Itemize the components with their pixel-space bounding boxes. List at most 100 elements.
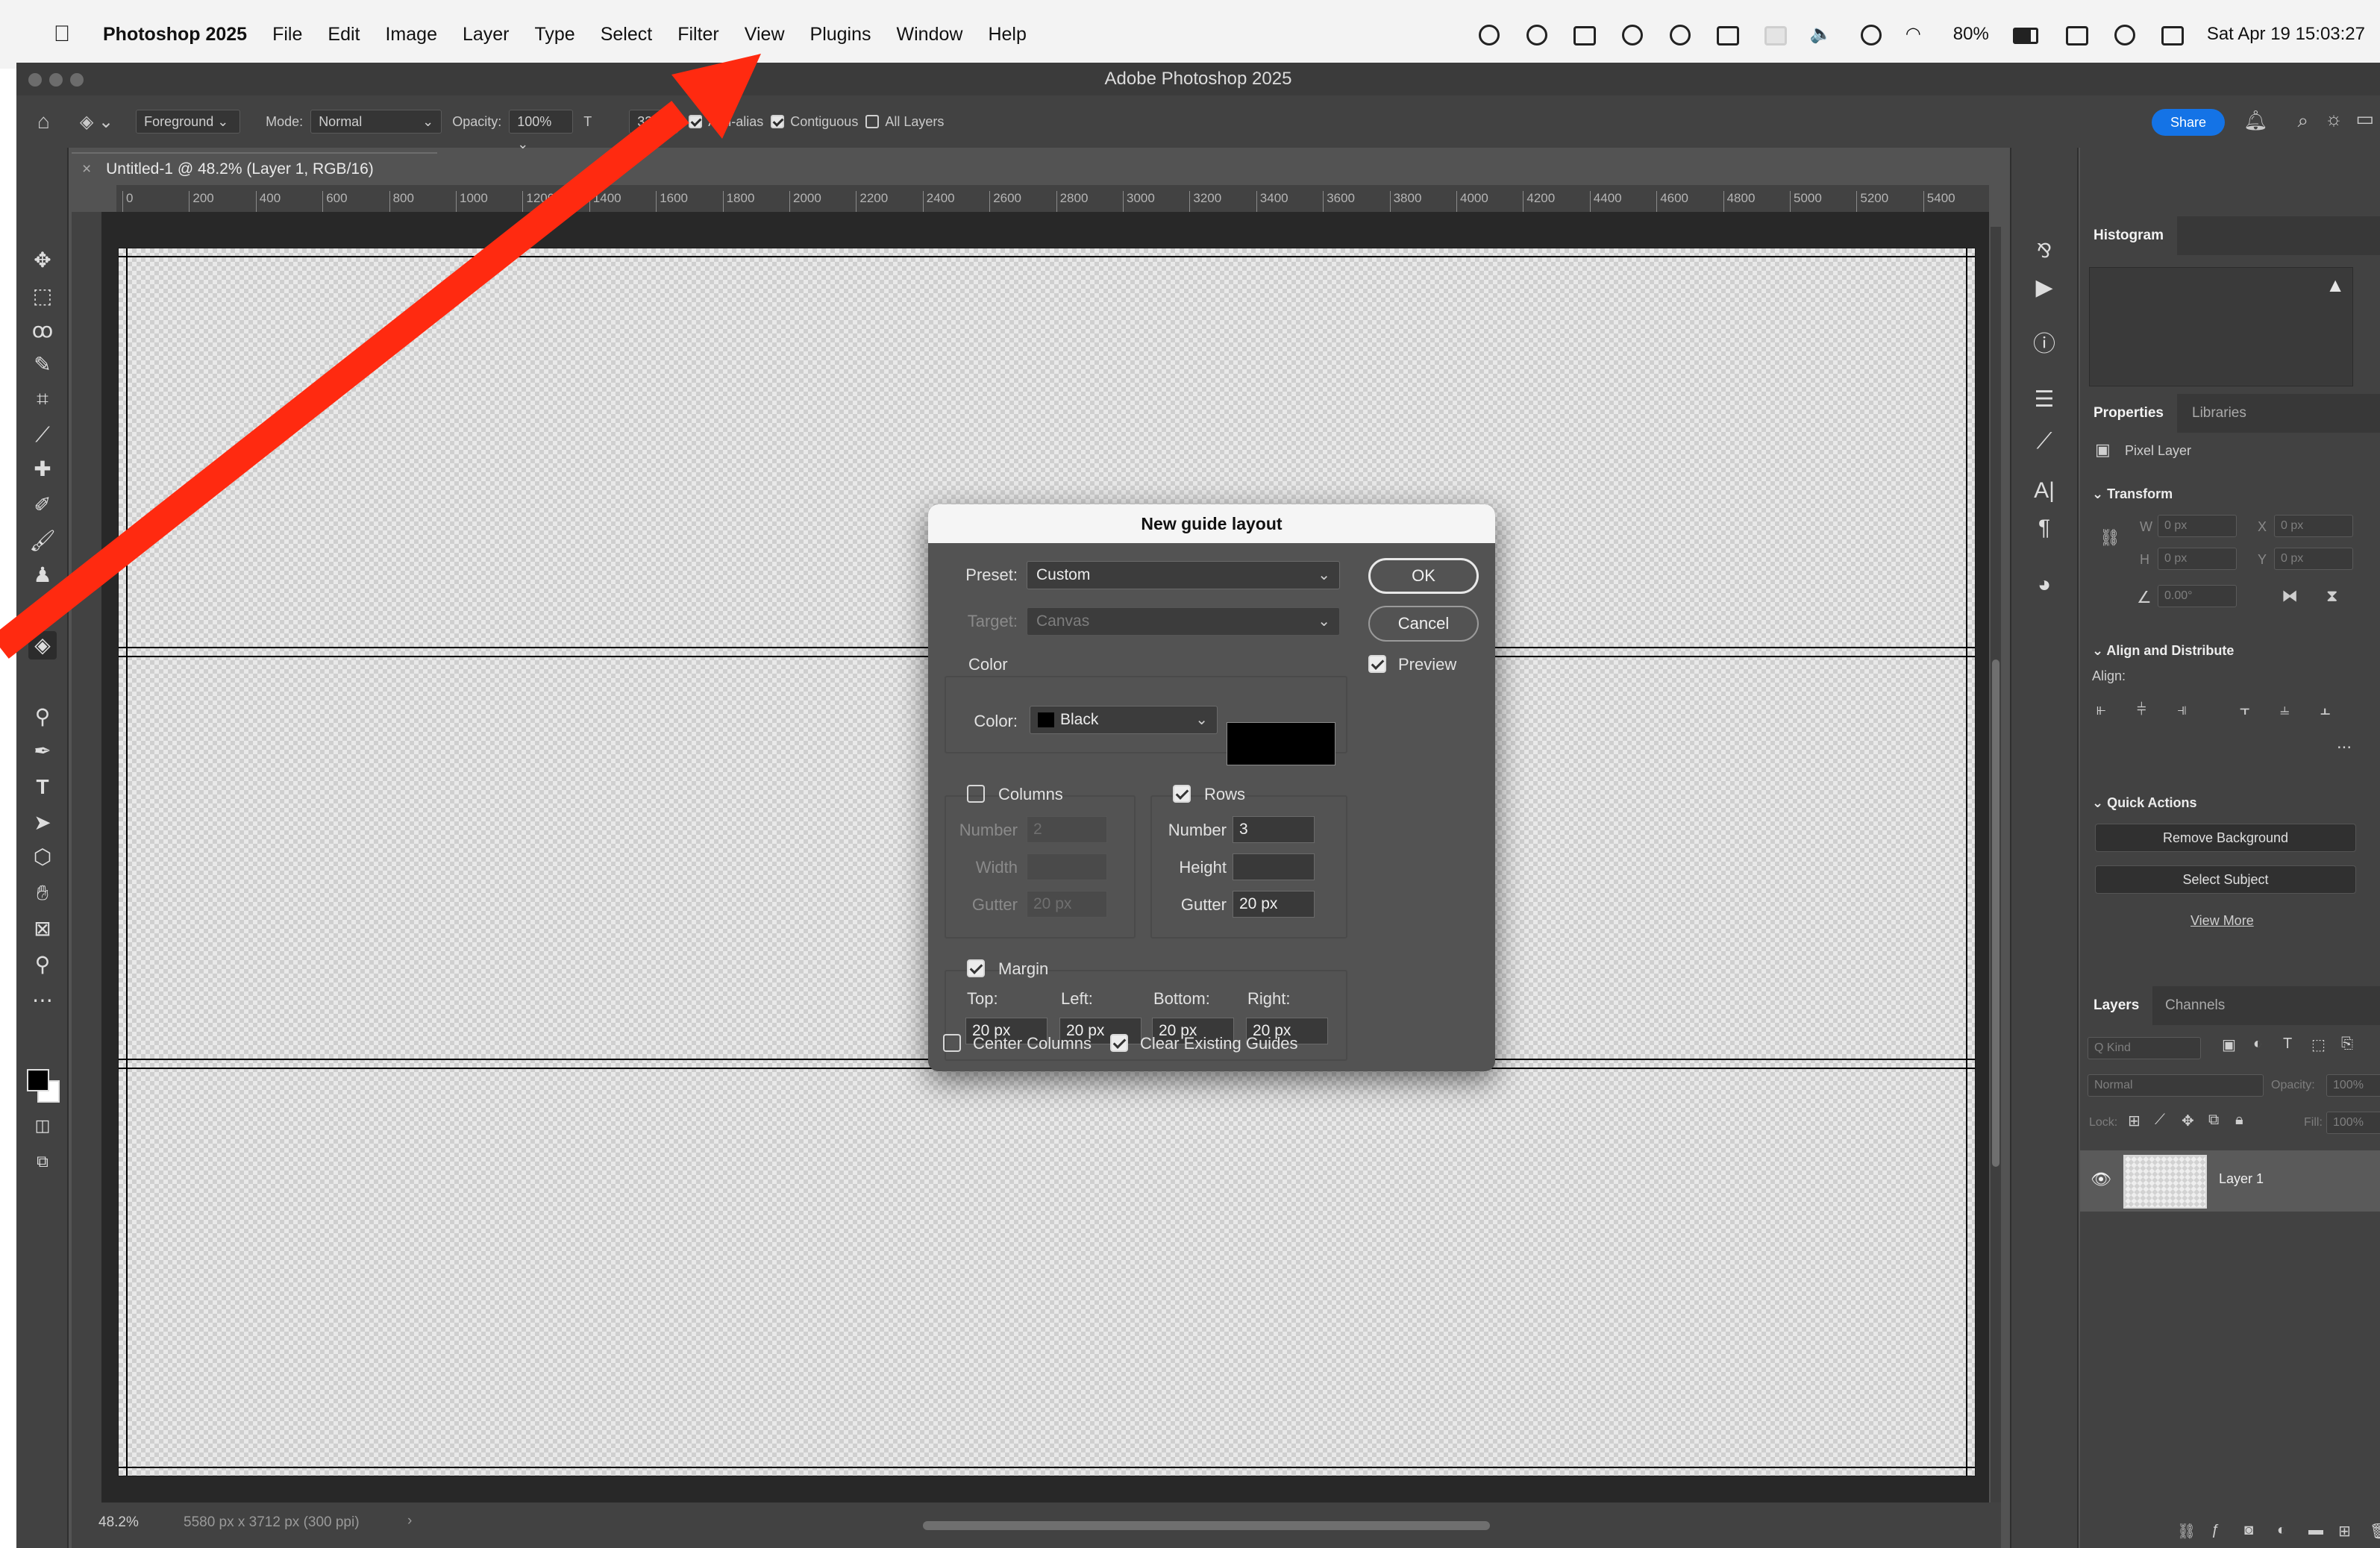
layer-fill-field[interactable]: 100% [2326, 1112, 2380, 1134]
sync-icon[interactable] [1523, 23, 1549, 46]
adjustments-sliders-icon[interactable]: ☰ [2029, 385, 2059, 415]
lock-image-icon[interactable]: ⟋ [2155, 1112, 2165, 1129]
app-status-icon[interactable] [1762, 23, 1788, 46]
home-icon[interactable]: ⌂ [37, 110, 50, 134]
y-position-field[interactable]: 0 px [2274, 548, 2353, 570]
vertical-scrollbar-thumb[interactable] [1992, 659, 1999, 1167]
edit-toolbar-more-icon[interactable]: ⋯ [28, 986, 57, 1015]
layer-style-fx-icon[interactable]: ƒ [2211, 1522, 2220, 1539]
align-vertical-center-icon[interactable]: ⫨ [2280, 700, 2289, 719]
lock-transparent-icon[interactable]: ⊞ [2128, 1112, 2141, 1130]
transform-section-header[interactable]: ⌄ Transform [2092, 486, 2173, 502]
center-columns-checkbox[interactable] [943, 1034, 961, 1052]
menu-window[interactable]: Window [897, 24, 963, 46]
menu-image[interactable]: Image [385, 24, 436, 46]
history-panel-icon[interactable]: ⅋ [2029, 236, 2059, 266]
columns-gutter-input[interactable]: 20 px [1027, 891, 1107, 918]
more-options-icon[interactable]: ... [2337, 733, 2352, 753]
layer-thumbnail[interactable] [2123, 1155, 2207, 1209]
new-layer-icon[interactable]: ⊞ [2338, 1522, 2351, 1541]
align-right-icon[interactable]: ⫣ [2177, 700, 2187, 719]
ok-button[interactable]: OK [1368, 558, 1479, 594]
rows-number-input[interactable]: 3 [1233, 816, 1315, 843]
cancel-button[interactable]: Cancel [1368, 606, 1479, 642]
menu-filter[interactable]: Filter [677, 24, 719, 46]
adjustment-layer-icon[interactable]: ◐ [2277, 1522, 2286, 1539]
all-layers-checkbox[interactable] [865, 115, 880, 128]
preview-checkbox[interactable] [1368, 655, 1386, 673]
share-button[interactable]: Share [2152, 109, 2225, 136]
angle-field[interactable]: 0.00° [2158, 585, 2237, 607]
color-select[interactable]: Black ⌄ [1030, 706, 1218, 734]
contiguous-checkbox[interactable] [771, 115, 785, 128]
margin-checkbox[interactable] [967, 959, 985, 977]
filter-smart-object-icon[interactable]: ⎘ [2341, 1035, 2353, 1053]
lock-artboard-icon[interactable]: ⧉ [2208, 1112, 2219, 1129]
tolerance-field[interactable]: 32 [629, 110, 679, 134]
tab-properties[interactable]: Properties [2080, 394, 2177, 433]
info-icon[interactable]: ⓘ [2029, 330, 2059, 360]
lock-position-icon[interactable]: ✥ [2182, 1112, 2194, 1130]
x-position-field[interactable]: 0 px [2274, 515, 2353, 537]
quick-mask-icon[interactable]: ◫ [28, 1112, 57, 1140]
close-document-icon[interactable]: × [82, 160, 91, 178]
blend-mode-select[interactable]: Normal [2088, 1074, 2264, 1097]
width-field[interactable]: 0 px [2158, 515, 2237, 537]
gift-icon[interactable] [1571, 23, 1597, 46]
new-group-icon[interactable]: ▬ [2308, 1522, 2323, 1539]
opacity-field[interactable]: 100% ⌄ [509, 110, 574, 151]
path-selection-tool-icon[interactable]: ➤ [28, 809, 57, 837]
horizontal-scrollbar-thumb[interactable] [923, 1521, 1490, 1530]
layer-kind-filter[interactable]: Q Kind [2088, 1037, 2201, 1059]
align-top-icon[interactable]: ⫟ [2240, 700, 2249, 719]
menu-bar-clock[interactable]: Sat Apr 19 15:03:27 [2207, 24, 2365, 45]
spot-healing-tool-icon[interactable]: ✚ [28, 455, 57, 483]
workspace-layout-icon[interactable]: ▭ [2355, 107, 2374, 131]
history-brush-tool-icon[interactable]: ↺ [28, 597, 57, 625]
preset-select[interactable]: Custom ⌄ [1027, 561, 1340, 589]
rows-gutter-input[interactable]: 20 px [1233, 891, 1315, 918]
paragraph-panel-icon[interactable]: ¶ [2029, 513, 2059, 543]
wifi-icon[interactable]: ◠ [1905, 23, 1931, 46]
flip-vertical-icon[interactable]: ⧗ [2326, 586, 2337, 606]
frame-tool-icon[interactable]: ⊠ [28, 915, 57, 943]
close-window-button[interactable] [28, 73, 42, 87]
notifications-bell-icon[interactable]: 🔔︎ [2243, 109, 2268, 132]
document-tab[interactable]: × Untitled-1 @ 48.2% (Layer 1, RGB/16) [72, 152, 437, 185]
anti-alias-checkbox[interactable] [689, 115, 703, 128]
foreground-color-swatch[interactable] [27, 1069, 49, 1091]
target-select[interactable]: Canvas ⌄ [1027, 607, 1340, 636]
battery-icon[interactable] [2011, 23, 2041, 46]
paint-bucket-tool-icon[interactable]: ◈ [28, 631, 57, 659]
zoom-tool-icon[interactable]: ⚲ [28, 950, 57, 979]
clear-existing-guides-checkbox[interactable] [1110, 1034, 1128, 1052]
columns-width-input[interactable] [1027, 853, 1107, 880]
dodge-tool-icon[interactable]: ⚲ [28, 703, 57, 731]
color-panel-icon[interactable]: ◕ [2029, 570, 2059, 600]
clock-icon[interactable] [1858, 23, 1883, 46]
volume-icon[interactable]: 🔈 [1810, 23, 1835, 46]
screen-mode-icon[interactable]: ⧉ [28, 1147, 57, 1176]
lock-all-icon[interactable]: 🔒︎ [2235, 1112, 2243, 1129]
filter-type-icon[interactable]: T [2283, 1035, 2292, 1053]
keyboard-layout-icon[interactable] [2064, 23, 2089, 46]
menu-photoshop[interactable]: Photoshop 2025 [103, 24, 247, 46]
shape-tool-icon[interactable]: ⬡ [28, 843, 57, 871]
filter-shape-icon[interactable]: ⬚ [2311, 1035, 2326, 1054]
remove-background-button[interactable]: Remove Background [2095, 824, 2356, 852]
menu-view[interactable]: View [745, 24, 785, 46]
menu-file[interactable]: File [272, 24, 302, 46]
fill-source-select[interactable]: Foreground ⌄ [136, 110, 241, 134]
discover-lightbulb-icon[interactable]: ☼ [2325, 107, 2343, 131]
spotlight-search-icon[interactable] [2111, 23, 2137, 46]
tab-channels[interactable]: Channels [2152, 986, 2238, 1025]
menu-help[interactable]: Help [988, 24, 1026, 46]
layer-opacity-field[interactable]: 100% [2326, 1074, 2380, 1097]
select-subject-button[interactable]: Select Subject [2095, 865, 2356, 894]
layer-name[interactable]: Layer 1 [2219, 1171, 2264, 1187]
lasso-tool-icon[interactable]: ꝏ [28, 316, 57, 345]
control-center-icon[interactable] [2159, 23, 2185, 46]
rows-checkbox[interactable] [1173, 785, 1191, 803]
menu-edit[interactable]: Edit [328, 24, 360, 46]
quick-actions-header[interactable]: ⌄ Quick Actions [2092, 795, 2196, 811]
